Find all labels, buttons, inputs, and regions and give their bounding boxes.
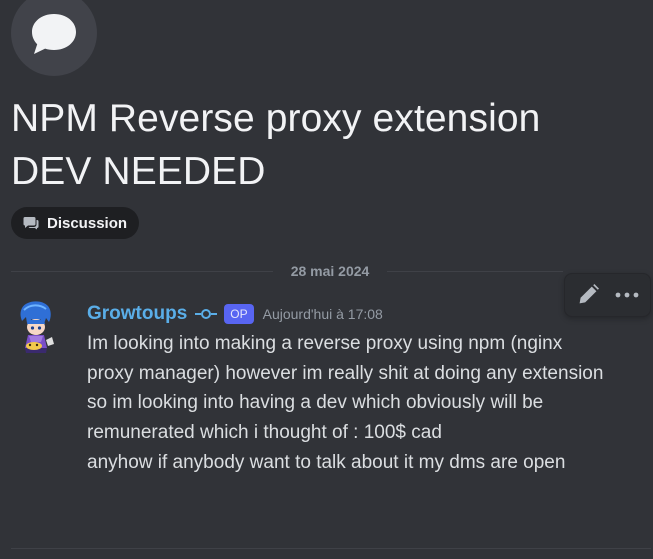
tag-label: Discussion: [47, 214, 128, 232]
edit-button[interactable]: [572, 279, 604, 311]
op-badge: OP: [224, 304, 254, 324]
more-options-button[interactable]: [611, 279, 643, 311]
pencil-icon: [579, 284, 600, 304]
discussion-icon: [23, 217, 39, 230]
message-hover-toolbar: [564, 273, 651, 317]
role-commit-icon[interactable]: [195, 308, 218, 320]
message-author[interactable]: Growtoups: [87, 303, 187, 325]
date-divider: 28 mai 2024: [290, 263, 370, 279]
more-options-icon: [615, 292, 639, 298]
thread-view: NPM Reverse proxy extension DEV NEEDED D…: [0, 0, 653, 559]
message-paragraph: Im looking into making a reverse proxy u…: [87, 333, 604, 444]
avatar[interactable]: [16, 300, 58, 356]
thread-icon: [11, 0, 97, 76]
bottom-divider: [11, 548, 651, 549]
message-content: Im looking into making a reverse proxy u…: [87, 329, 612, 478]
message-paragraph: anyhow if anybody want to talk about it …: [87, 451, 566, 473]
message-timestamp[interactable]: Aujourd'hui à 17:08: [263, 306, 383, 322]
date-divider-line-right: [387, 271, 563, 272]
message-header: Growtoups OP Aujourd'hui à 17:08: [87, 301, 383, 327]
thread-title: NPM Reverse proxy extension DEV NEEDED: [11, 97, 541, 193]
date-divider-line-left: [11, 271, 273, 272]
chat-bubble-icon: [32, 14, 76, 54]
tag-discussion[interactable]: Discussion: [11, 207, 140, 239]
